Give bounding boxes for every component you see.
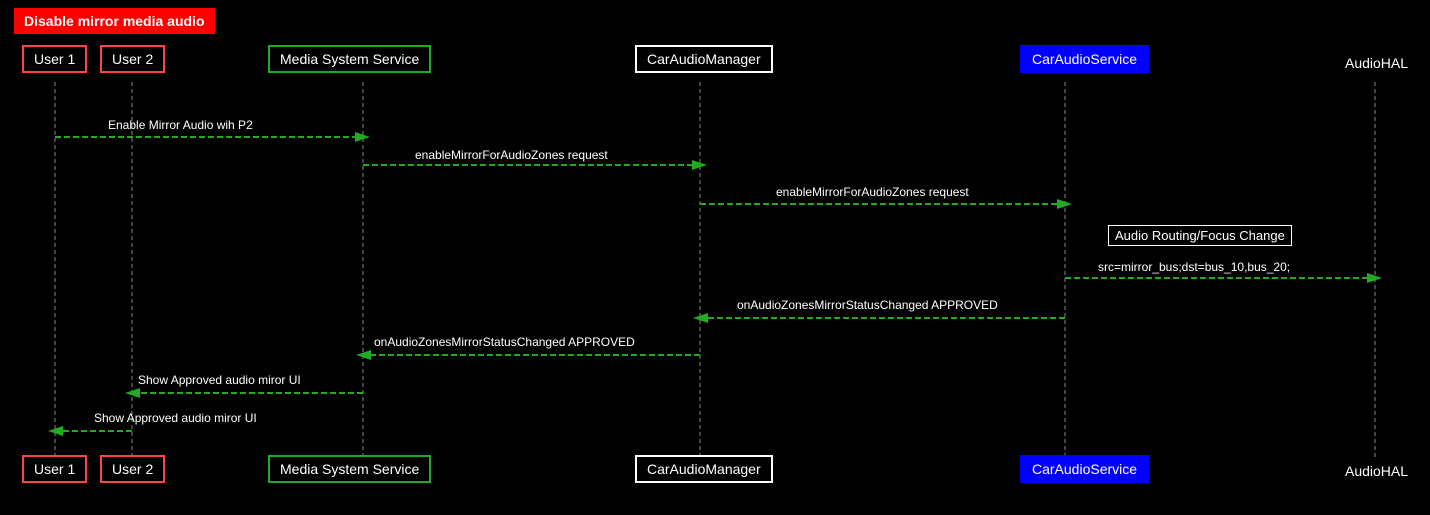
actor-cam-top: CarAudioManager xyxy=(635,45,773,73)
msg7-label: onAudioZonesMirrorStatusChanged APPROVED xyxy=(374,335,635,349)
actor-hal-bot: AudioHAL xyxy=(1345,463,1408,479)
msg8-label: Show Approved audio miror UI xyxy=(138,373,301,387)
actor-cas-bot: CarAudioService xyxy=(1020,455,1149,483)
note-audio-routing: Audio Routing/Focus Change xyxy=(1108,225,1292,246)
actor-user1-bot: User 1 xyxy=(22,455,87,483)
msg5-label: src=mirror_bus;dst=bus_10,bus_20; xyxy=(1098,260,1290,274)
actor-mss-bot: Media System Service xyxy=(268,455,431,483)
title-text: Disable mirror media audio xyxy=(24,13,205,29)
actor-user2-bot: User 2 xyxy=(100,455,165,483)
actor-hal-top: AudioHAL xyxy=(1345,55,1408,71)
actor-cas-top: CarAudioService xyxy=(1020,45,1149,73)
msg2-label: enableMirrorForAudioZones request xyxy=(415,148,608,162)
actor-cam-bot: CarAudioManager xyxy=(635,455,773,483)
title-box: Disable mirror media audio xyxy=(14,8,215,34)
msg1-label: Enable Mirror Audio wih P2 xyxy=(108,118,253,132)
msg9-label: Show Approved audio miror UI xyxy=(94,411,257,425)
msg3-label: enableMirrorForAudioZones request xyxy=(776,185,969,199)
actor-user1-top: User 1 xyxy=(22,45,87,73)
msg6-label: onAudioZonesMirrorStatusChanged APPROVED xyxy=(737,298,998,312)
actor-user2-top: User 2 xyxy=(100,45,165,73)
actor-mss-top: Media System Service xyxy=(268,45,431,73)
